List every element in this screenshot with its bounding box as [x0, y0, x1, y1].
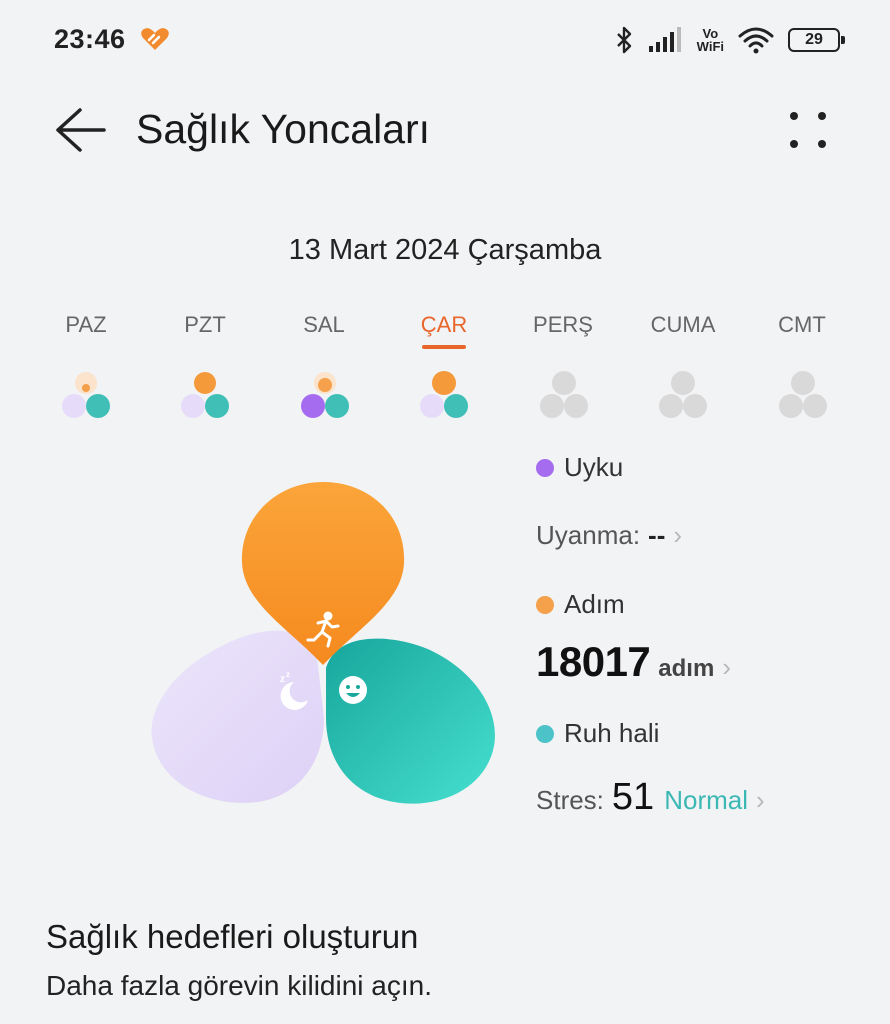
mini-clover-cuma[interactable] [651, 368, 715, 424]
day-tab-sal[interactable]: SAL [269, 312, 379, 338]
health-goals-title[interactable]: Sağlık hedefleri oluşturun [46, 918, 418, 956]
steps-value: 18017 [536, 638, 651, 685]
mini-clover-paz[interactable] [54, 368, 118, 424]
svg-text:z: z [280, 674, 285, 685]
day-tab-cmt[interactable]: CMT [747, 312, 857, 338]
mood-legend: Ruh hali [536, 718, 659, 749]
battery-icon: 29 [788, 28, 845, 52]
page-title: Sağlık Yoncaları [136, 106, 431, 152]
sleep-legend: Uyku [536, 452, 623, 483]
day-tab-car[interactable]: ÇAR [389, 312, 499, 338]
mini-clover-sal[interactable] [293, 368, 357, 424]
chevron-right-icon: › [722, 652, 731, 682]
sleep-dot [536, 458, 554, 477]
vowifi-icon: Vo WiFi [697, 27, 724, 53]
mini-clover-pers[interactable] [532, 368, 596, 424]
steps-unit: adım [658, 655, 715, 682]
status-icons: Vo WiFi 29 [613, 22, 845, 58]
sleep-label: Uyku [564, 452, 624, 482]
mood-label: Ruh hali [564, 718, 660, 748]
steps-row[interactable]: 18017 adım › [536, 638, 731, 686]
wake-up-label: Uyanma: [536, 520, 641, 550]
active-day-indicator [422, 345, 466, 349]
wake-up-row[interactable]: Uyanma: -- › [536, 520, 682, 551]
mood-dot [536, 724, 554, 743]
day-tab-paz[interactable]: PAZ [31, 312, 141, 338]
bluetooth-icon [616, 26, 631, 54]
back-arrow-icon[interactable] [52, 104, 108, 156]
mini-clover-car[interactable] [412, 368, 476, 424]
selected-date: 13 Mart 2024 Çarşamba [288, 234, 602, 266]
mini-clover-cmt[interactable] [771, 368, 835, 424]
chevron-right-icon: › [673, 520, 683, 550]
mini-clover-pzt[interactable] [173, 368, 237, 424]
svg-text:z: z [286, 670, 290, 679]
battery-level: 29 [805, 31, 823, 48]
steps-label: Adım [564, 589, 625, 619]
steps-legend: Adım [536, 589, 625, 620]
day-tab-cuma[interactable]: CUMA [628, 312, 738, 338]
health-goals-subtitle: Daha fazla görevin kilidini açın. [46, 970, 432, 1001]
health-app-icon [141, 28, 169, 50]
day-tab-pzt[interactable]: PZT [150, 312, 260, 338]
health-clover[interactable]: z z [148, 478, 500, 808]
stress-status: Normal [664, 785, 748, 815]
stress-row[interactable]: Stres: 51 Normal › [536, 776, 765, 819]
smiley-face-icon [339, 676, 367, 704]
status-time: 23:46 [54, 24, 126, 54]
wake-up-value: -- [648, 520, 666, 550]
sleep-petal[interactable] [151, 630, 324, 803]
stress-value: 51 [611, 776, 655, 818]
day-tab-pers[interactable]: PERŞ [508, 312, 618, 338]
chevron-right-icon: › [756, 785, 765, 815]
steps-dot [536, 595, 554, 614]
wifi-icon [738, 27, 774, 54]
more-dots-icon[interactable] [780, 106, 830, 156]
mood-petal[interactable] [326, 638, 495, 804]
stress-label: Stres: [536, 785, 604, 815]
signal-icon [648, 27, 681, 52]
vowifi-bottom: WiFi [696, 39, 724, 54]
